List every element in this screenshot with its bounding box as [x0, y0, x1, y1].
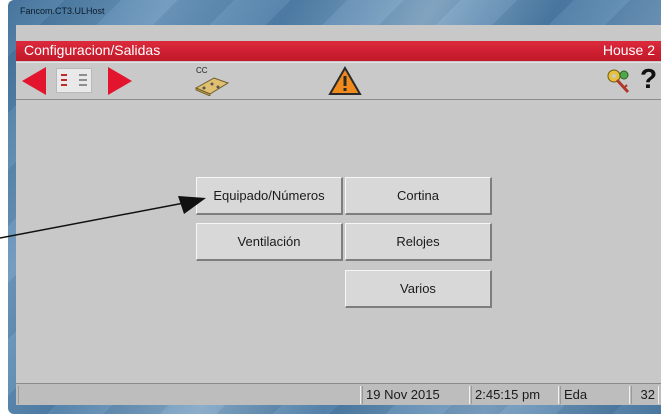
cortina-button[interactable]: Cortina [345, 177, 492, 215]
section-title: Configuracion/Salidas [24, 42, 161, 58]
status-date: 19 Nov 2015 [362, 386, 470, 404]
section-header-bar: Configuracion/Salidas House 2 [16, 41, 661, 61]
status-empty-cell [18, 386, 361, 404]
varios-button[interactable]: Varios [345, 270, 492, 308]
status-bar: 19 Nov 2015 2:45:15 pm Eda 32 [16, 383, 661, 405]
help-icon[interactable]: ? [640, 63, 657, 95]
prev-arrow-icon[interactable] [22, 67, 46, 95]
cc-tool-icon[interactable]: CC [192, 66, 232, 96]
app-client-area: Configuracion/Salidas House 2 CC ? Equip… [16, 25, 661, 405]
status-time: 2:45:15 pm [471, 386, 559, 404]
house-label: House 2 [602, 42, 655, 58]
ventilacion-button[interactable]: Ventilación [196, 223, 343, 261]
list-icon[interactable] [56, 68, 92, 93]
equipado-numeros-button[interactable]: Equipado/Números [196, 177, 343, 215]
window-title: Fancom.CT3.ULHost [20, 6, 105, 16]
status-number: 32 [631, 386, 659, 404]
relojes-button[interactable]: Relojes [345, 223, 492, 261]
key-icon[interactable] [604, 67, 634, 95]
status-user: Eda [560, 386, 630, 404]
next-arrow-icon[interactable] [108, 67, 132, 95]
toolbar: CC ? [16, 62, 661, 100]
warning-icon[interactable] [328, 65, 362, 96]
